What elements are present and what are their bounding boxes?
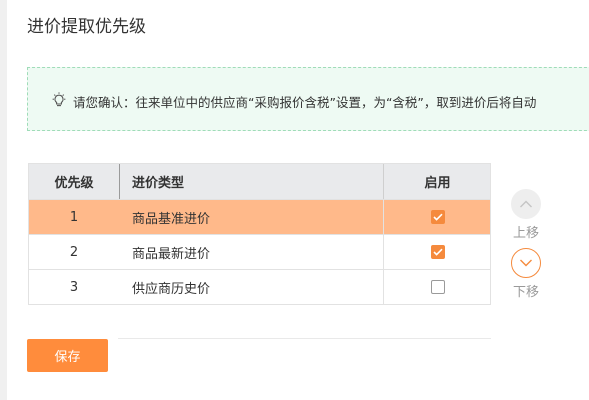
move-up-button[interactable]: 上移 <box>508 189 544 241</box>
row-price-type: 供应商历史价 <box>132 281 211 297</box>
row-priority: 3 <box>69 279 79 295</box>
header-priority: 优先级 <box>54 176 94 191</box>
app-frame: 进价提取优先级 请您确认：往来单位中的供应商“采购报价含税”设置，为“含税”，取… <box>0 0 589 400</box>
header-type: 进价类型 <box>119 164 383 199</box>
footer-divider <box>118 338 491 339</box>
row-priority: 1 <box>69 209 79 225</box>
row-enable-cell <box>383 200 491 234</box>
notice-banner: 请您确认：往来单位中的供应商“采购报价含税”设置，为“含税”，取到进价后将自动 <box>27 67 589 131</box>
table-header-row: 优先级 进价类型 启用 <box>29 164 490 200</box>
lightbulb-icon <box>51 92 67 109</box>
row-enable-cell <box>383 270 491 304</box>
row-enable-cell <box>383 235 491 269</box>
table-row[interactable]: 2 商品最新进价 <box>29 235 490 270</box>
price-priority-table: 优先级 进价类型 启用 1 商品基准进价 2 商品最新进价 3 供应商历史价 <box>28 163 491 305</box>
table-row[interactable]: 1 商品基准进价 <box>29 200 490 235</box>
row-price-type: 商品最新进价 <box>132 246 211 262</box>
enable-checkbox[interactable] <box>430 210 445 224</box>
enable-checkbox[interactable] <box>430 280 445 294</box>
save-button[interactable]: 保存 <box>27 339 108 372</box>
move-up-label: 上移 <box>512 226 539 241</box>
left-edge-bar <box>0 0 7 400</box>
page-title: 进价提取优先级 <box>27 17 146 37</box>
enable-checkbox[interactable] <box>430 245 445 259</box>
notice-text: 请您确认：往来单位中的供应商“采购报价含税”设置，为“含税”，取到进价后将自动 <box>73 95 537 110</box>
move-down-label: 下移 <box>512 285 539 300</box>
table-row[interactable]: 3 供应商历史价 <box>29 270 490 305</box>
check-icon <box>432 213 443 221</box>
move-down-circle[interactable] <box>511 248 541 278</box>
chevron-up-icon <box>520 200 532 208</box>
check-icon <box>432 248 443 256</box>
move-up-circle[interactable] <box>511 189 541 219</box>
chevron-down-icon <box>520 259 532 267</box>
header-enable: 启用 <box>383 164 491 199</box>
row-priority: 2 <box>69 244 79 260</box>
move-down-button[interactable]: 下移 <box>508 248 544 300</box>
row-price-type: 商品基准进价 <box>132 211 211 227</box>
